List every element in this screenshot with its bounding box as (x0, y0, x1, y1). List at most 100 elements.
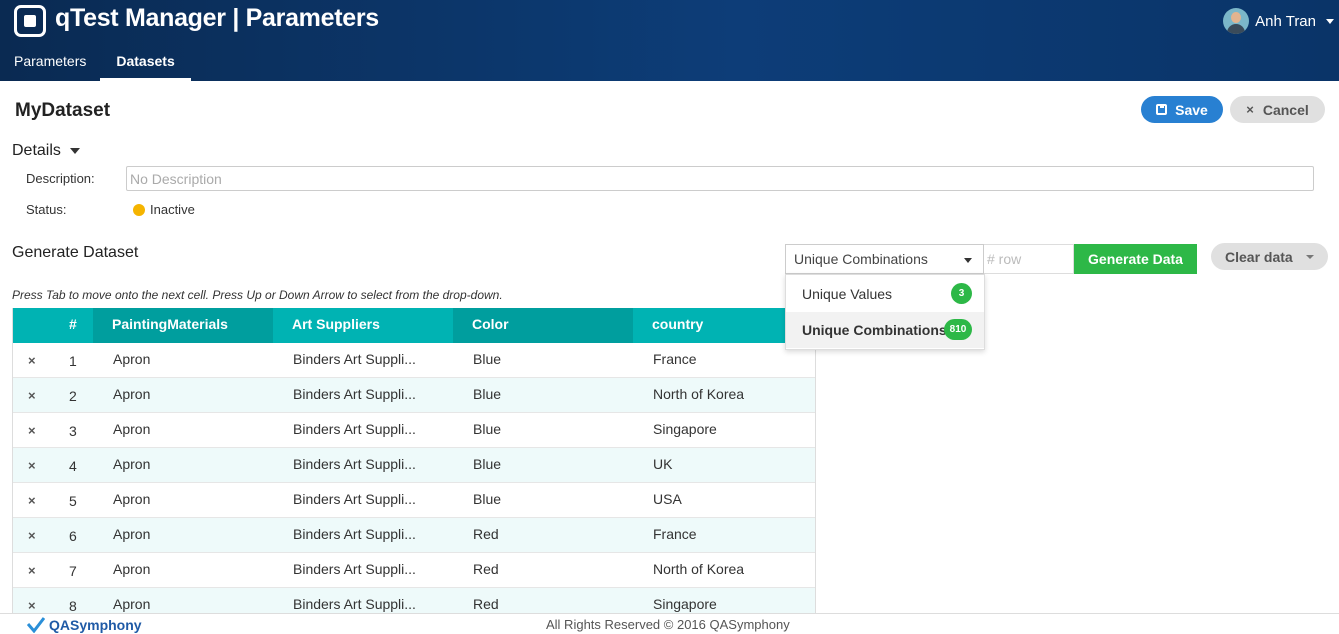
caret-down-icon (69, 148, 80, 154)
table-row: × 2 Apron Binders Art Suppli... Blue North of… (13, 378, 815, 413)
delete-row-icon[interactable]: × (28, 388, 36, 403)
cell-paintingmaterials[interactable]: Apron (113, 421, 150, 437)
cell-country[interactable]: UK (653, 456, 672, 472)
row-index: 6 (69, 528, 77, 544)
table-row: × 8 Apron Binders Art Suppli... Red Singapore (13, 588, 815, 613)
delete-row-icon[interactable]: × (28, 598, 36, 613)
status-label: Status: (26, 202, 67, 217)
save-label: Save (1175, 101, 1208, 118)
details-heading: Details (12, 142, 61, 159)
avatar (1223, 8, 1250, 34)
delete-row-icon[interactable]: × (28, 423, 36, 438)
column-header-index: # (69, 316, 77, 332)
description-field[interactable]: No Description (126, 166, 1314, 191)
cell-art-suppliers[interactable]: Binders Art Suppli... (293, 526, 416, 542)
tab-datasets[interactable]: Datasets (100, 50, 191, 81)
option-unique-combinations[interactable]: Unique Combinations 810 (786, 312, 984, 348)
cell-art-suppliers[interactable]: Binders Art Suppli... (293, 386, 416, 402)
caret-down-icon (964, 258, 972, 263)
column-header-paintingmaterials[interactable]: PaintingMaterials (93, 308, 273, 343)
save-button[interactable]: Save (1141, 96, 1223, 123)
option-count-badge: 3 (951, 283, 972, 304)
table-row: × 6 Apron Binders Art Suppli... Red France (13, 518, 815, 553)
delete-row-icon[interactable]: × (28, 563, 36, 578)
cancel-button[interactable]: × Cancel (1230, 96, 1325, 123)
generate-heading: Generate Dataset (12, 244, 139, 261)
details-toggle[interactable]: Details (12, 142, 80, 160)
cell-color[interactable]: Blue (473, 456, 501, 472)
cell-color[interactable]: Red (473, 596, 499, 612)
delete-row-icon[interactable]: × (28, 458, 36, 473)
row-index: 2 (69, 388, 77, 404)
checkmark-logo-icon (27, 617, 45, 633)
cell-color[interactable]: Blue (473, 386, 501, 402)
cell-paintingmaterials[interactable]: Apron (113, 526, 150, 542)
row-index: 7 (69, 563, 77, 579)
cell-art-suppliers[interactable]: Binders Art Suppli... (293, 421, 416, 437)
cell-paintingmaterials[interactable]: Apron (113, 386, 150, 402)
delete-row-icon[interactable]: × (28, 493, 36, 508)
grid-header: # PaintingMaterials Art Suppliers Color … (13, 308, 815, 343)
clear-data-button[interactable]: Clear data (1211, 243, 1328, 270)
cell-art-suppliers[interactable]: Binders Art Suppli... (293, 561, 416, 577)
nav-tabs: Parameters Datasets (0, 50, 191, 81)
app-title: qTest Manager | Parameters (55, 4, 379, 32)
generation-mode-value: Unique Combinations (794, 251, 928, 267)
tab-parameters[interactable]: Parameters (0, 50, 100, 78)
description-label: Description: (26, 171, 95, 186)
cell-art-suppliers[interactable]: Binders Art Suppli... (293, 351, 416, 367)
cell-country[interactable]: Singapore (653, 421, 717, 437)
keyboard-hint: Press Tab to move onto the next cell. Pr… (12, 288, 503, 302)
delete-row-icon[interactable]: × (28, 353, 36, 368)
cell-paintingmaterials[interactable]: Apron (113, 491, 150, 507)
cell-country[interactable]: USA (653, 491, 682, 507)
cell-country[interactable]: Singapore (653, 596, 717, 612)
cell-art-suppliers[interactable]: Binders Art Suppli... (293, 596, 416, 612)
row-index: 4 (69, 458, 77, 474)
page-title: MyDataset (15, 100, 111, 121)
cell-paintingmaterials[interactable]: Apron (113, 351, 150, 367)
row-index: 3 (69, 423, 77, 439)
cell-country[interactable]: North of Korea (653, 386, 744, 402)
cell-paintingmaterials[interactable]: Apron (113, 456, 150, 472)
row-index: 5 (69, 493, 77, 509)
option-label: Unique Values (802, 286, 893, 302)
clear-data-label: Clear data (1225, 248, 1293, 265)
table-row: × 3 Apron Binders Art Suppli... Blue Singapor… (13, 413, 815, 448)
qasymphony-logo: QASymphony (27, 617, 142, 633)
generate-data-button[interactable]: Generate Data (1074, 244, 1197, 274)
footer-copyright: All Rights Reserved © 2016 QASymphony (546, 617, 790, 632)
cell-color[interactable]: Red (473, 561, 499, 577)
qtest-logo-icon (14, 5, 46, 37)
table-row: × 4 Apron Binders Art Suppli... Blue UK (13, 448, 815, 483)
delete-row-icon[interactable]: × (28, 528, 36, 543)
status-value: Inactive (133, 202, 195, 217)
footer-brand: QASymphony (49, 617, 142, 633)
cell-country[interactable]: North of Korea (653, 561, 744, 577)
chevron-down-icon (1326, 18, 1334, 24)
status-dot-icon (133, 203, 145, 216)
row-index: 8 (69, 598, 77, 613)
user-name: Anh Tran (1255, 12, 1316, 30)
cell-paintingmaterials[interactable]: Apron (113, 561, 150, 577)
cell-paintingmaterials[interactable]: Apron (113, 596, 150, 612)
cell-art-suppliers[interactable]: Binders Art Suppli... (293, 456, 416, 472)
cell-color[interactable]: Red (473, 526, 499, 542)
column-header-art-suppliers[interactable]: Art Suppliers (273, 308, 453, 343)
cell-art-suppliers[interactable]: Binders Art Suppli... (293, 491, 416, 507)
cancel-label: Cancel (1262, 101, 1309, 118)
chevron-down-icon (1306, 255, 1314, 259)
row-count-input[interactable]: # row (984, 244, 1074, 274)
table-row: × 7 Apron Binders Art Suppli... Red North of … (13, 553, 815, 588)
user-menu[interactable]: Anh Tran (1223, 8, 1334, 34)
column-header-color[interactable]: Color (453, 308, 633, 343)
cell-color[interactable]: Blue (473, 351, 501, 367)
cell-country[interactable]: France (653, 351, 697, 367)
generation-mode-select[interactable]: Unique Combinations (785, 244, 984, 274)
cell-country[interactable]: France (653, 526, 697, 542)
table-row: × 5 Apron Binders Art Suppli... Blue USA (13, 483, 815, 518)
close-icon: × (1246, 102, 1254, 117)
option-unique-values[interactable]: Unique Values 3 (786, 276, 984, 312)
cell-color[interactable]: Blue (473, 491, 501, 507)
cell-color[interactable]: Blue (473, 421, 501, 437)
